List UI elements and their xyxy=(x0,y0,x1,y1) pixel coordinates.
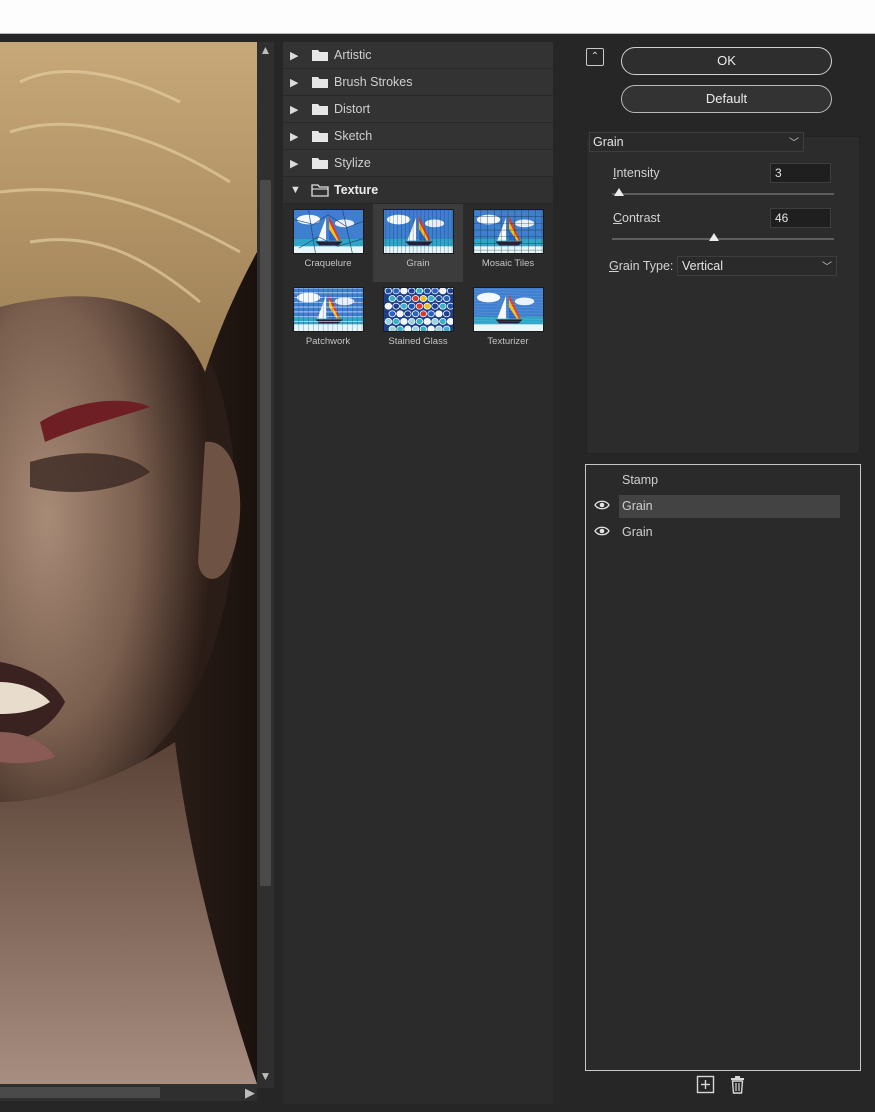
default-button[interactable]: Default xyxy=(621,85,832,113)
portrait-preview-image xyxy=(0,42,257,1084)
grain-type-value: Vertical xyxy=(682,259,723,273)
triangle-right-icon[interactable]: ▶ xyxy=(290,130,302,143)
filter-thumb-texturizer[interactable]: Texturizer xyxy=(463,282,553,360)
filter-thumb-image xyxy=(472,287,544,332)
intensity-slider-track[interactable] xyxy=(612,193,834,195)
contrast-input[interactable]: 46 xyxy=(770,208,831,228)
triangle-right-icon[interactable]: ▶ xyxy=(290,76,302,89)
intensity-label: Intensity xyxy=(613,166,660,180)
folder-icon xyxy=(311,76,329,89)
intensity-input[interactable]: 3 xyxy=(770,163,831,183)
folder-icon xyxy=(311,49,329,62)
filter-thumb-label: Grain xyxy=(406,258,430,269)
filter-category-label: Artistic xyxy=(334,48,372,62)
triangle-right-icon[interactable]: ▶ xyxy=(290,157,302,170)
dialog-titlebar xyxy=(0,0,875,34)
filter-thumb-stained-glass[interactable]: Stained Glass xyxy=(373,282,463,360)
texture-filter-thumbnails: Craquelure Grain Mosaic Tiles Patchwork Stai… xyxy=(283,204,553,360)
folder-icon xyxy=(311,103,329,116)
filter-thumb-label: Texturizer xyxy=(487,336,529,347)
filter-category-label: Distort xyxy=(334,102,371,116)
horizontal-scroll-thumb[interactable] xyxy=(0,1087,160,1098)
trash-icon[interactable] xyxy=(728,1075,747,1094)
filter-thumb-label: Stained Glass xyxy=(388,336,448,347)
settings-panel: ⌃ OK Default Grain ﹀ Intensity 3 Contras… xyxy=(572,42,875,1112)
eye-visibility-icon[interactable] xyxy=(594,499,610,511)
contrast-label: Contrast xyxy=(613,211,661,225)
filter-select-value: Grain xyxy=(593,135,624,149)
filter-thumb-label: Patchwork xyxy=(305,336,351,347)
filter-thumb-image xyxy=(382,287,454,332)
filter-category-label: Texture xyxy=(334,183,379,197)
effect-layer-name: Stamp xyxy=(622,473,659,487)
filter-category-distort[interactable]: ▶ Distort xyxy=(283,96,553,123)
scroll-right-arrow-icon[interactable]: ▶ xyxy=(245,1085,255,1100)
filter-category-stylize[interactable]: ▶ Stylize xyxy=(283,150,553,177)
filter-category-texture[interactable]: ▼ Texture xyxy=(283,177,553,204)
effect-layer-row[interactable]: Grain xyxy=(586,494,860,518)
folder-icon xyxy=(311,130,329,143)
add-layer-icon[interactable] xyxy=(696,1075,715,1094)
preview-vertical-scrollbar[interactable]: ▲ ▼ xyxy=(257,42,274,1088)
filter-category-label: Stylize xyxy=(334,156,371,170)
filter-category-sketch[interactable]: ▶ Sketch xyxy=(283,123,553,150)
filter-thumb-patchwork[interactable]: Patchwork xyxy=(283,282,373,360)
filter-settings-box xyxy=(586,136,860,454)
grain-type-label: Grain Type: xyxy=(609,259,674,273)
grain-type-select[interactable]: Vertical ﹀ xyxy=(677,256,837,276)
filter-category-brush-strokes[interactable]: ▶ Brush Strokes xyxy=(283,69,553,96)
filter-thumb-mosaic-tiles[interactable]: Mosaic Tiles xyxy=(463,204,553,282)
effect-layers-list: Stamp Grain Grain xyxy=(585,464,861,1071)
triangle-right-icon[interactable]: ▶ xyxy=(290,49,302,62)
filter-thumb-craquelure[interactable]: Craquelure xyxy=(283,204,373,282)
effect-layer-row[interactable]: Grain xyxy=(586,520,860,544)
effect-layer-name: Grain xyxy=(622,525,653,539)
folder-icon xyxy=(311,157,329,170)
filter-category-artistic[interactable]: ▶ Artistic xyxy=(283,42,553,69)
filter-gallery: ▶ Artistic ▶ Brush Strokes ▶ Distort ▶ Sketch ▶ S… xyxy=(283,42,553,1104)
filter-thumb-grain[interactable]: Grain xyxy=(373,204,463,282)
chevron-down-icon: ﹀ xyxy=(789,138,799,149)
eye-visibility-icon[interactable] xyxy=(594,525,610,537)
effect-layer-row[interactable]: Stamp xyxy=(586,468,860,492)
filter-thumb-label: Mosaic Tiles xyxy=(481,258,535,269)
preview-horizontal-scrollbar[interactable]: ▶ xyxy=(0,1084,257,1101)
filter-thumb-image xyxy=(382,209,454,254)
scroll-down-arrow-icon[interactable]: ▼ xyxy=(259,1070,272,1083)
vertical-scroll-thumb[interactable] xyxy=(260,180,271,886)
filter-thumb-image xyxy=(292,209,364,254)
filter-thumb-image xyxy=(292,287,364,332)
filter-category-label: Brush Strokes xyxy=(334,75,413,89)
filter-category-label: Sketch xyxy=(334,129,373,143)
filter-thumb-image xyxy=(472,209,544,254)
triangle-right-icon[interactable]: ▶ xyxy=(290,103,302,116)
effect-layer-name: Grain xyxy=(622,499,653,513)
layer-actions xyxy=(696,1075,747,1094)
image-preview[interactable] xyxy=(0,42,257,1084)
chevron-down-icon: ﹀ xyxy=(822,262,832,273)
folder-open-icon xyxy=(311,183,329,197)
ok-button[interactable]: OK xyxy=(621,47,832,75)
filter-select[interactable]: Grain ﹀ xyxy=(589,132,804,152)
contrast-slider-handle[interactable] xyxy=(709,233,720,241)
filter-thumb-label: Craquelure xyxy=(304,258,352,269)
scroll-up-arrow-icon[interactable]: ▲ xyxy=(259,44,272,57)
collapse-icon[interactable]: ⌃ xyxy=(586,48,604,66)
triangle-down-icon[interactable]: ▼ xyxy=(290,184,302,196)
intensity-slider-handle[interactable] xyxy=(613,188,624,196)
contrast-slider-track[interactable] xyxy=(612,238,834,240)
